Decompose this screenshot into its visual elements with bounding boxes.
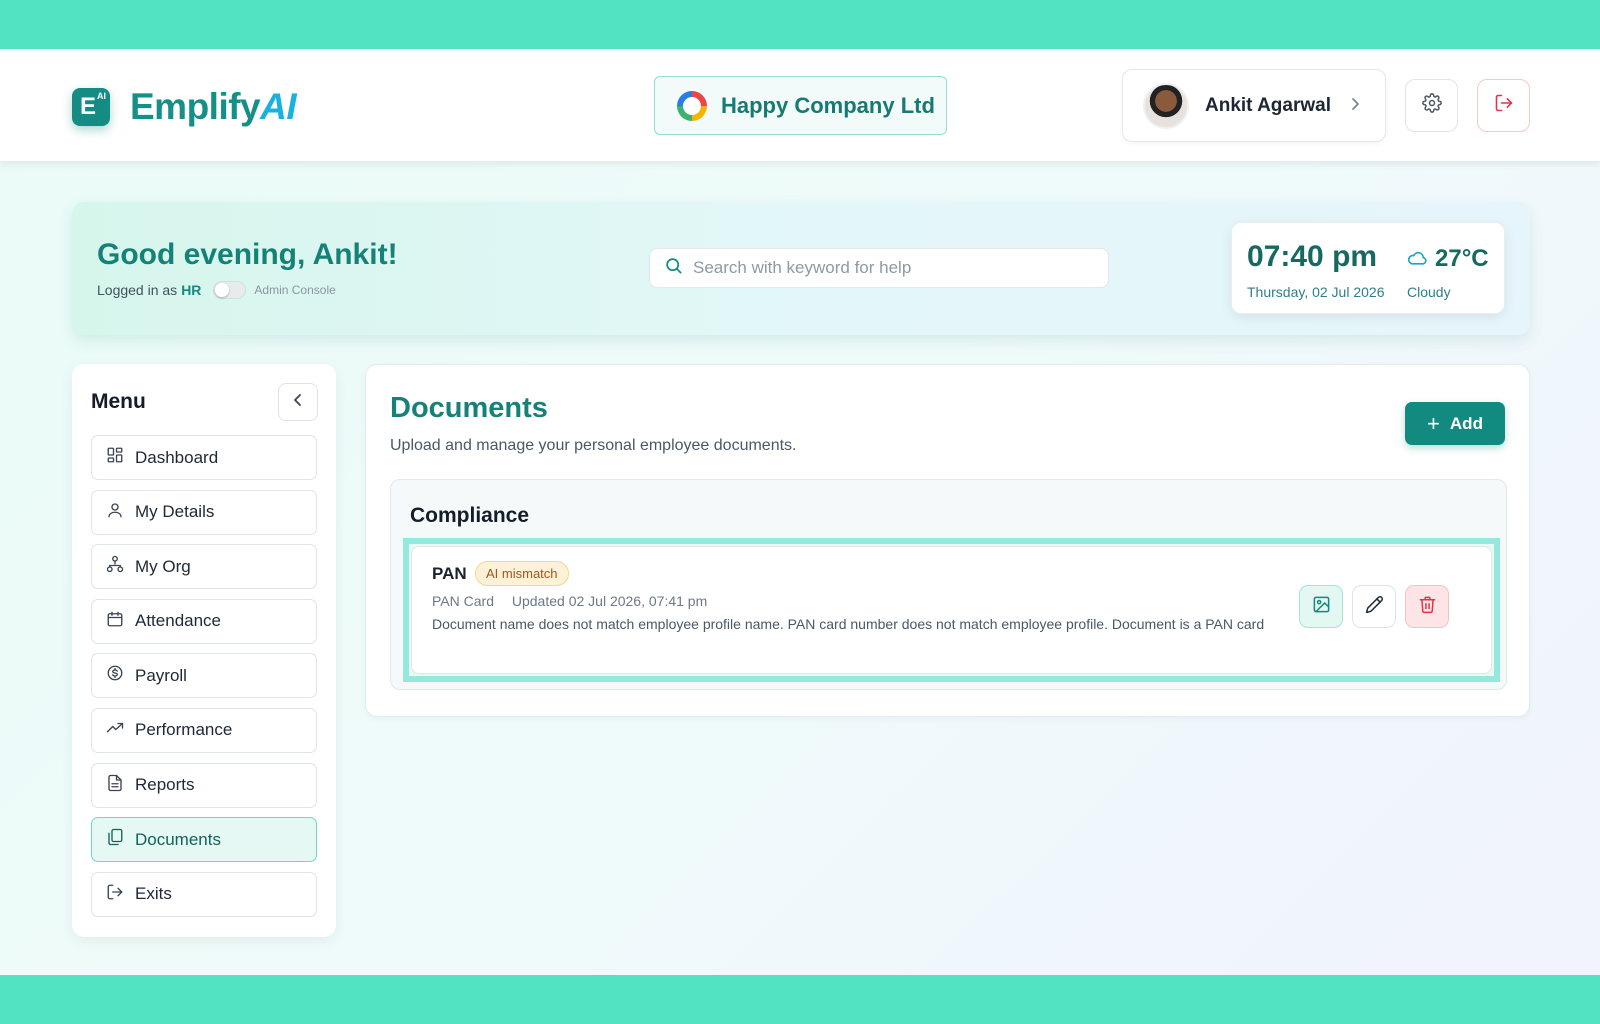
logo-badge-letter: E [80, 93, 97, 120]
document-type: PAN Card [432, 593, 494, 609]
chevron-left-icon [293, 393, 303, 412]
document-meta: PAN Card Updated 02 Jul 2026, 07:41 pm [432, 593, 707, 609]
logout-icon [1494, 93, 1514, 118]
temperature-value: 27°C [1435, 245, 1489, 272]
documents-panel: Documents Upload and manage your persona… [365, 364, 1530, 717]
sidebar-item-my-details[interactable]: My Details [91, 489, 317, 535]
logout-icon [106, 883, 135, 906]
page-title: Documents [390, 392, 548, 424]
edit-document-button[interactable] [1352, 585, 1396, 628]
sidebar-item-label: Exits [135, 884, 172, 904]
document-updated: Updated 02 Jul 2026, 07:41 pm [511, 593, 708, 609]
sidebar-item-performance[interactable]: Performance [91, 707, 317, 753]
sidebar-item-label: My Org [135, 556, 191, 576]
menu-title: Menu [91, 390, 146, 413]
logo-wordmark-main: Emplify [130, 86, 261, 127]
top-header: E AI EmplifyAI Happy Company Ltd Ankit A… [0, 49, 1600, 162]
current-time: 07:40 pm [1247, 240, 1378, 273]
pencil-icon [1365, 595, 1384, 619]
trending-up-icon [106, 719, 135, 742]
admin-console-label: Admin Console [254, 283, 336, 297]
sidebar-item-exits[interactable]: Exits [91, 871, 317, 917]
sidebar-menu: Menu Dashboard My Details My Org Attenda… [72, 364, 336, 937]
login-role-line: Logged in as HR Admin Console [97, 281, 336, 299]
logo-wordmark-ai: AI [260, 86, 297, 127]
user-name: Ankit Agarwal [1205, 94, 1331, 116]
user-profile-button[interactable]: Ankit Agarwal [1122, 69, 1386, 142]
sidebar-item-label: Reports [135, 775, 195, 795]
ai-mismatch-badge: AI mismatch [475, 561, 569, 586]
add-document-button[interactable]: + Add [1405, 402, 1505, 445]
temperature: 27°C [1407, 245, 1489, 273]
logo-badge-sup: AI [97, 91, 106, 101]
section-title: Compliance [410, 504, 530, 527]
logged-in-prefix: Logged in as [97, 282, 178, 298]
highlighted-document-frame: PAN AI mismatch PAN Card Updated 02 Jul … [403, 538, 1500, 682]
sidebar-item-label: Performance [135, 720, 233, 740]
role-label: HR [181, 282, 202, 298]
file-text-icon [106, 774, 135, 797]
sidebar-item-attendance[interactable]: Attendance [91, 598, 317, 644]
cloud-icon [1407, 245, 1435, 273]
delete-document-button[interactable] [1405, 585, 1449, 628]
org-chart-icon [106, 555, 135, 578]
greeting-text: Good evening, Ankit! [97, 238, 398, 271]
greeting-banner: Good evening, Ankit! Logged in as HR Adm… [72, 202, 1530, 335]
user-icon [106, 501, 135, 524]
weather-condition: Cloudy [1407, 284, 1451, 300]
sidebar-item-reports[interactable]: Reports [91, 762, 317, 808]
page-subtitle: Upload and manage your personal employee… [390, 437, 797, 454]
avatar [1143, 82, 1189, 129]
app-window: E AI EmplifyAI Happy Company Ltd Ankit A… [0, 49, 1600, 975]
company-name: Happy Company Ltd [721, 92, 935, 118]
logo-wordmark: EmplifyAI [130, 86, 297, 128]
search-icon [664, 256, 683, 280]
company-switcher[interactable]: Happy Company Ltd [654, 76, 947, 135]
app-logo[interactable]: E AI EmplifyAI [72, 86, 297, 128]
document-name: PAN [432, 564, 467, 583]
sidebar-item-label: My Details [135, 502, 215, 522]
current-date: Thursday, 02 Jul 2026 [1247, 284, 1385, 300]
settings-button[interactable] [1405, 79, 1458, 132]
sidebar-item-label: Attendance [135, 611, 222, 631]
logout-button[interactable] [1477, 79, 1530, 132]
sidebar-item-documents[interactable]: Documents [91, 817, 317, 863]
dashboard-icon [106, 446, 135, 469]
help-search-box[interactable] [649, 248, 1109, 288]
sidebar-item-payroll[interactable]: Payroll [91, 653, 317, 699]
document-card[interactable]: PAN AI mismatch PAN Card Updated 02 Jul … [411, 546, 1492, 674]
document-description: Document name does not match employee pr… [432, 616, 1265, 632]
sidebar-item-label: Dashboard [135, 447, 219, 467]
compliance-section: Compliance PAN AI mismatch PAN Card Upda… [390, 479, 1507, 690]
company-logo-icon [677, 90, 707, 121]
search-input[interactable] [693, 258, 1093, 278]
copy-icon [106, 828, 135, 851]
view-document-button[interactable] [1299, 585, 1343, 628]
calendar-icon [106, 610, 135, 633]
trash-icon [1418, 595, 1437, 619]
plus-icon: + [1427, 410, 1440, 436]
chevron-right-icon [1351, 94, 1361, 117]
admin-console-toggle[interactable] [213, 281, 247, 299]
image-icon [1312, 595, 1331, 619]
menu-list: Dashboard My Details My Org Attendance P… [91, 435, 317, 926]
logo-badge: E AI [72, 88, 110, 126]
clock-weather-widget: 07:40 pm Thursday, 02 Jul 2026 27°C Clou… [1231, 222, 1505, 314]
collapse-sidebar-button[interactable] [278, 383, 318, 421]
sidebar-item-label: Documents [135, 829, 221, 849]
add-button-label: Add [1449, 413, 1483, 433]
gear-icon [1421, 93, 1442, 118]
sidebar-item-dashboard[interactable]: Dashboard [91, 435, 317, 480]
sidebar-item-my-org[interactable]: My Org [91, 544, 317, 590]
dollar-icon [106, 664, 135, 687]
sidebar-item-label: Payroll [135, 665, 187, 685]
